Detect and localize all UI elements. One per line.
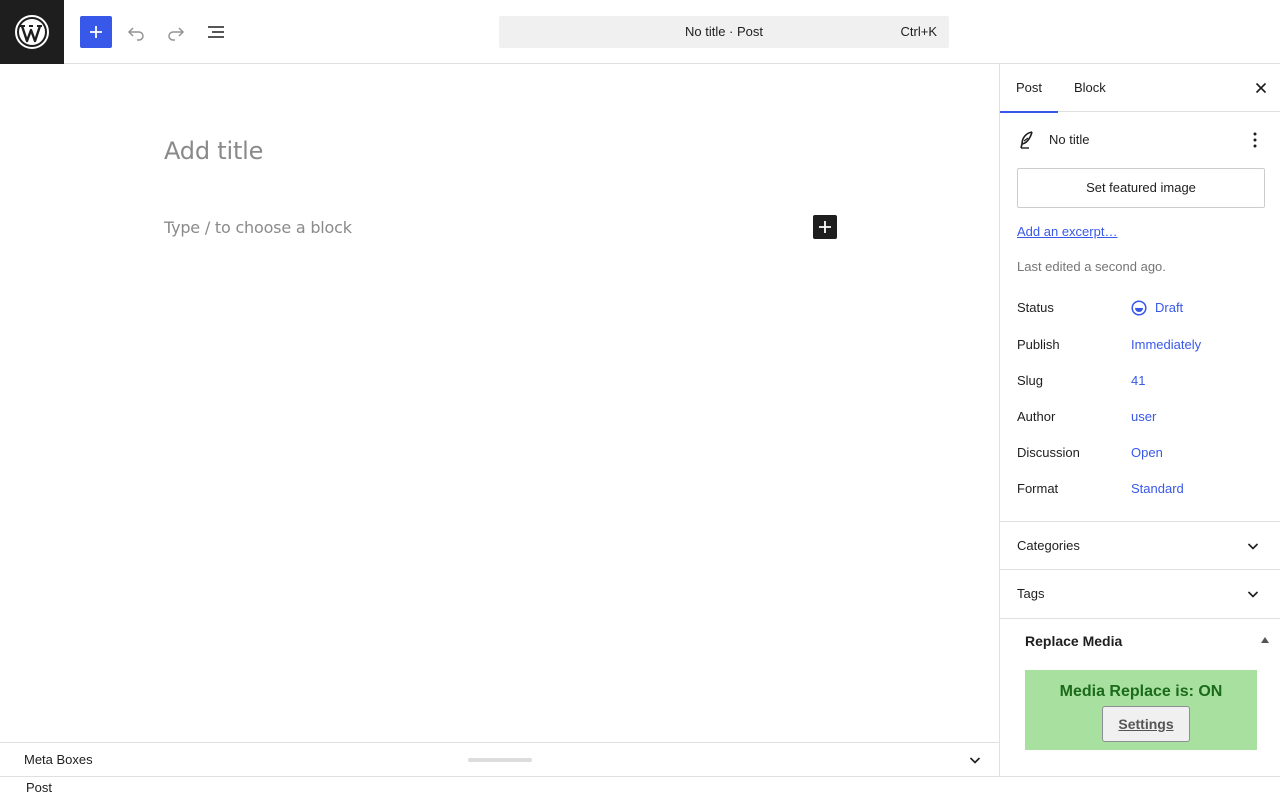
publish-value-button[interactable]: Immediately bbox=[1131, 335, 1201, 355]
media-replace-status: Media Replace is: ON bbox=[1059, 683, 1223, 700]
undo-icon bbox=[127, 27, 144, 41]
add-excerpt-link[interactable]: Add an excerpt… bbox=[1017, 224, 1117, 239]
categories-panel-label: Categories bbox=[1017, 538, 1080, 553]
document-overview-button[interactable] bbox=[200, 16, 232, 48]
breadcrumb-item-post[interactable]: Post bbox=[26, 777, 52, 799]
format-label: Format bbox=[1017, 481, 1059, 496]
tags-panel-toggle[interactable] bbox=[1245, 586, 1261, 602]
author-label: Author bbox=[1017, 409, 1056, 424]
format-value-button[interactable]: Standard bbox=[1131, 479, 1184, 499]
wordpress-logo-button[interactable] bbox=[0, 0, 64, 64]
media-replace-status-box: Media Replace is: ON Settings bbox=[1025, 670, 1257, 750]
publish-row: Publish Immediately bbox=[1017, 335, 1265, 355]
media-replace-settings-button[interactable]: Settings bbox=[1102, 706, 1190, 742]
caret-up-icon[interactable] bbox=[1261, 637, 1269, 643]
command-shortcut: Ctrl+K bbox=[900, 24, 937, 39]
status-label: Status bbox=[1017, 300, 1054, 315]
chevron-down-icon bbox=[1247, 591, 1259, 598]
resize-handle[interactable] bbox=[468, 758, 532, 762]
author-value-button[interactable]: user bbox=[1131, 407, 1156, 427]
discussion-label: Discussion bbox=[1017, 445, 1080, 460]
editor-header: No title · Post Ctrl+K bbox=[0, 0, 1280, 64]
discussion-value-button[interactable]: Open bbox=[1131, 443, 1163, 463]
list-view-icon bbox=[208, 26, 224, 38]
document-title: No title · Post bbox=[684, 24, 764, 39]
tags-panel[interactable]: Tags bbox=[1000, 569, 1280, 617]
command-palette-bar[interactable]: No title · Post Ctrl+K bbox=[499, 16, 949, 48]
publish-label: Publish bbox=[1017, 337, 1060, 352]
sidebar-tabs: Post Block bbox=[1000, 64, 1280, 113]
post-actions-button[interactable] bbox=[1245, 130, 1265, 150]
meta-boxes-label: Meta Boxes bbox=[24, 752, 93, 767]
status-value: Draft bbox=[1155, 300, 1184, 315]
block-inserter-button[interactable] bbox=[80, 16, 112, 48]
categories-panel-toggle[interactable] bbox=[1245, 538, 1261, 554]
chevron-down-icon bbox=[1247, 543, 1259, 550]
set-featured-image-button[interactable]: Set featured image bbox=[1017, 168, 1265, 208]
slug-value-button[interactable]: 41 bbox=[1131, 371, 1145, 391]
redo-icon bbox=[168, 27, 185, 41]
format-row: Format Standard bbox=[1017, 479, 1265, 499]
settings-sidebar: Post Block No title Set featured image A… bbox=[999, 64, 1280, 776]
meta-boxes-bar[interactable]: Meta Boxes bbox=[0, 742, 999, 776]
post-summary-title: No title bbox=[1049, 132, 1090, 147]
last-edited-text: Last edited a second ago. bbox=[1017, 259, 1166, 274]
draft-status-icon bbox=[1131, 300, 1147, 316]
plus-icon bbox=[819, 221, 831, 233]
post-title-input[interactable]: Add title bbox=[164, 137, 263, 165]
redo-button[interactable] bbox=[160, 16, 192, 48]
slug-row: Slug 41 bbox=[1017, 371, 1265, 391]
replace-media-title: Replace Media bbox=[1025, 633, 1123, 649]
plus-icon bbox=[90, 26, 102, 38]
meta-boxes-toggle[interactable] bbox=[967, 752, 983, 768]
wordpress-logo-icon bbox=[15, 15, 49, 49]
post-feather-icon bbox=[1020, 131, 1033, 149]
discussion-row: Discussion Open bbox=[1017, 443, 1265, 463]
tab-post[interactable]: Post bbox=[1000, 64, 1059, 113]
inline-block-inserter-button[interactable] bbox=[813, 215, 837, 239]
chevron-down-icon bbox=[969, 757, 981, 764]
close-icon bbox=[1255, 82, 1267, 94]
more-vertical-icon bbox=[1253, 132, 1257, 148]
undo-button[interactable] bbox=[120, 16, 152, 48]
replace-media-panel: Replace Media Media Replace is: ON Setti… bbox=[1000, 618, 1280, 776]
status-row: Status Draft bbox=[1017, 298, 1265, 318]
tags-panel-label: Tags bbox=[1017, 586, 1045, 601]
post-summary-header: No title bbox=[1017, 128, 1265, 152]
block-breadcrumb-footer: Post bbox=[0, 776, 1280, 800]
editor-canvas: Add title Type / to choose a block bbox=[0, 65, 999, 742]
status-value-button[interactable]: Draft bbox=[1131, 298, 1183, 318]
tab-block[interactable]: Block bbox=[1058, 64, 1122, 112]
categories-panel[interactable]: Categories bbox=[1000, 521, 1280, 569]
default-block-placeholder[interactable]: Type / to choose a block bbox=[164, 218, 352, 237]
slug-label: Slug bbox=[1017, 373, 1044, 388]
author-row: Author user bbox=[1017, 407, 1265, 427]
close-sidebar-button[interactable] bbox=[1253, 80, 1269, 96]
